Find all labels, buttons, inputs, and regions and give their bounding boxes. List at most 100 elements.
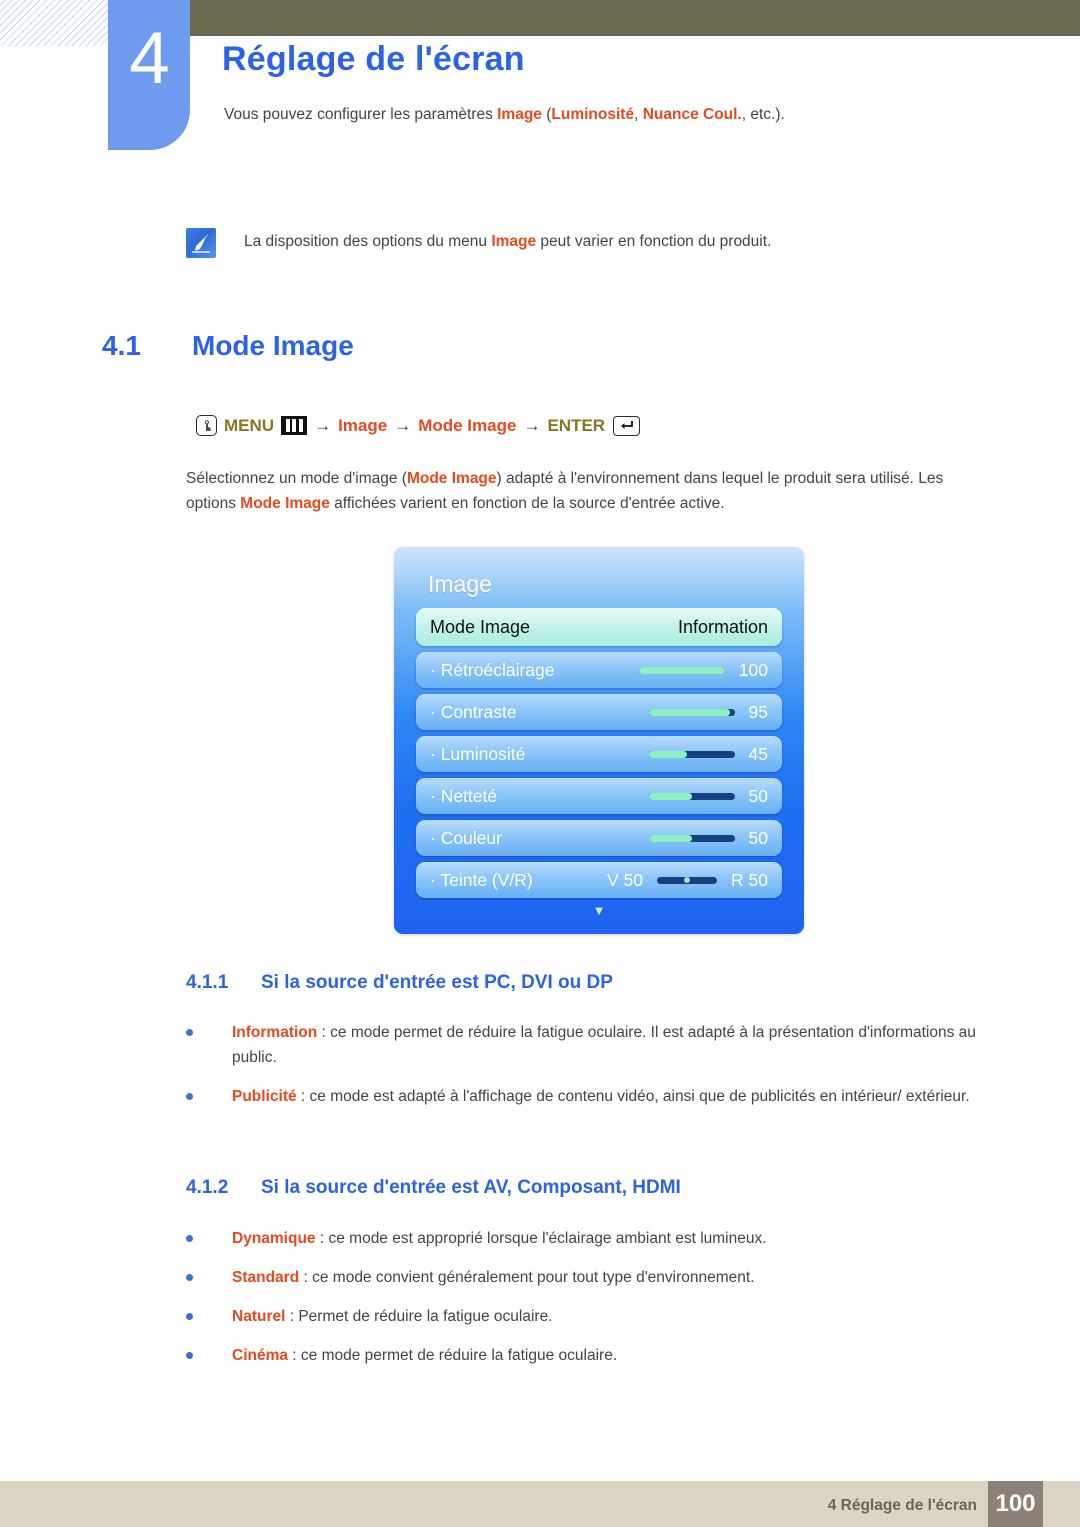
list-item: Publicité : ce mode est adapté à l'affic… (186, 1084, 1016, 1109)
bullet-dot-icon (186, 1093, 198, 1100)
osd-slider-fill (648, 792, 692, 800)
osd-row-label: · Rétroéclairage (430, 659, 555, 680)
note-text: La disposition des options du menu Image… (244, 228, 771, 253)
osd-slider[interactable] (657, 876, 718, 884)
body-keyword-1: Mode Image (406, 470, 497, 487)
osd-row[interactable]: · Rétroéclairage 100 (416, 652, 782, 688)
path-arrow-2: → (394, 415, 412, 435)
osd-row[interactable]: · Netteté 50 (416, 778, 782, 814)
enter-label: ENTER (547, 415, 606, 435)
osd-row-value: 50 (748, 785, 768, 806)
list-item-text: Publicité : ce mode est adapté à l'affic… (232, 1084, 1016, 1109)
list-item: Naturel : Permet de réduire la fatigue o… (186, 1304, 1016, 1329)
list-item: Information : ce mode permet de réduire … (186, 1020, 1016, 1070)
osd-slider[interactable] (638, 666, 725, 674)
list-item-description: : ce mode permet de réduire la fatigue o… (232, 1024, 976, 1067)
osd-slider-fill (638, 666, 725, 674)
chapter-desc-keyword-image: Image (497, 106, 542, 123)
list-item-description: : ce mode est approprié lorsque l'éclair… (315, 1230, 767, 1247)
osd-row-value: 100 (738, 659, 768, 680)
osd-row-value: 95 (748, 701, 768, 722)
section-title: Mode Image (192, 330, 354, 361)
osd-slider[interactable] (648, 708, 735, 716)
osd-slider-fill (648, 708, 731, 716)
osd-slider-fill (648, 834, 692, 842)
osd-row[interactable]: · Luminosité 45 (416, 736, 782, 772)
list-item-text: Naturel : Permet de réduire la fatigue o… (232, 1304, 1016, 1329)
header-olive-bar (190, 0, 1080, 36)
list-item-term: Standard (232, 1269, 300, 1287)
chapter-desc-prefix: Vous pouvez configurer les paramètres (224, 106, 498, 123)
list-item: Standard : ce mode convient généralement… (186, 1265, 1016, 1290)
list-item-description: : ce mode convient généralement pour tou… (299, 1269, 755, 1287)
osd-row-label: · Netteté (430, 785, 498, 806)
footer-chapter-label: 4 Réglage de l'écran (827, 1497, 977, 1514)
subsection-1-bullets: Information : ce mode permet de réduire … (186, 1020, 1016, 1123)
list-item-text: Standard : ce mode convient généralement… (232, 1265, 1016, 1290)
chapter-desc-mid1: ( (541, 106, 552, 123)
osd-slider-thumb (684, 877, 691, 883)
note-keyword-image: Image (491, 233, 537, 250)
menu-path: MENU → Image → Mode Image → ENTER (196, 415, 641, 436)
chapter-number: 4 (129, 18, 170, 99)
note-text-suffix: peut varier en fonction du produit. (536, 233, 772, 250)
body-part-a: Sélectionnez un mode d'image ( (186, 470, 407, 487)
bullet-dot-icon (186, 1352, 198, 1359)
list-item-text: Dynamique : ce mode est approprié lorsqu… (232, 1226, 1016, 1251)
osd-slider[interactable] (648, 834, 735, 842)
osd-row[interactable]: · Contraste 95 (416, 694, 782, 730)
osd-row-label: Mode Image (430, 616, 531, 637)
osd-slider-fill (648, 750, 688, 758)
menu-path-step-mode-image: Mode Image (418, 415, 517, 435)
list-item-text: Cinéma : ce mode permet de réduire la fa… (232, 1343, 1016, 1368)
chapter-number-badge: 4 (108, 0, 190, 150)
menu-grid-icon (281, 416, 308, 435)
osd-row[interactable]: · Teinte (V/R) V 50 R 50 (416, 862, 782, 898)
subsection-1-title: Si la source d'entrée est PC, DVI ou DP (261, 972, 613, 993)
bullet-dot-icon (186, 1029, 198, 1036)
chapter-desc-keyword-nuance: Nuance Coul. (642, 106, 742, 123)
osd-row[interactable]: · Couleur 50 (416, 820, 782, 856)
path-arrow-1: → (314, 415, 332, 435)
enter-return-icon (613, 415, 641, 436)
list-item: Dynamique : ce mode est approprié lorsqu… (186, 1226, 1016, 1251)
subsection-2-title: Si la source d'entrée est AV, Composant,… (261, 1177, 681, 1198)
osd-row-label: · Teinte (V/R) (430, 869, 533, 890)
chapter-description: Vous pouvez configurer les paramètres Im… (224, 104, 1024, 126)
list-item-description: : ce mode est adapté à l'affichage de co… (296, 1088, 970, 1106)
list-item-description: : ce mode permet de réduire la fatigue o… (288, 1347, 618, 1365)
osd-row-value: Information (677, 616, 768, 637)
chapter-title: Réglage de l'écran (222, 40, 525, 78)
osd-row-left-value: V 50 (607, 869, 644, 890)
osd-row-label: · Luminosité (430, 743, 526, 764)
finger-press-icon (196, 415, 217, 436)
bullet-dot-icon (186, 1313, 198, 1320)
decorative-hatch-pattern (0, 0, 108, 46)
osd-title: Image (428, 571, 492, 597)
list-item-text: Information : ce mode permet de réduire … (232, 1020, 1016, 1070)
subsection-heading-2: 4.1.2 Si la source d'entrée est AV, Comp… (186, 1177, 681, 1199)
body-part-c: affichées varient en fonction de la sour… (329, 495, 725, 513)
subsection-2-number: 4.1.2 (186, 1177, 229, 1198)
bullet-dot-icon (186, 1274, 198, 1281)
chapter-desc-mid2: , (634, 106, 643, 123)
osd-row-value: R 50 (731, 869, 768, 890)
subsection-1-number: 4.1.1 (186, 972, 229, 993)
note-text-prefix: La disposition des options du menu (244, 233, 492, 250)
osd-slider[interactable] (648, 792, 735, 800)
chapter-desc-suffix: , etc.). (741, 106, 785, 123)
subsection-heading-1: 4.1.1 Si la source d'entrée est PC, DVI … (186, 972, 613, 994)
list-item-term: Publicité (232, 1088, 297, 1106)
chevron-down-icon[interactable]: ▼ (406, 904, 792, 917)
osd-row-value: 50 (748, 827, 768, 848)
menu-path-step-image: Image (338, 415, 388, 435)
osd-row-value: 45 (748, 743, 768, 764)
list-item-term: Dynamique (232, 1230, 316, 1247)
path-arrow-3: → (523, 415, 541, 435)
manual-page: 4 Réglage de l'écran Vous pouvez configu… (0, 0, 1080, 1527)
note-row: La disposition des options du menu Image… (186, 228, 1006, 258)
osd-row[interactable]: Mode Image Information (416, 608, 782, 646)
section-heading: 4.1 Mode Image (102, 330, 354, 362)
list-item-term: Naturel (232, 1308, 286, 1326)
osd-slider[interactable] (648, 750, 735, 758)
